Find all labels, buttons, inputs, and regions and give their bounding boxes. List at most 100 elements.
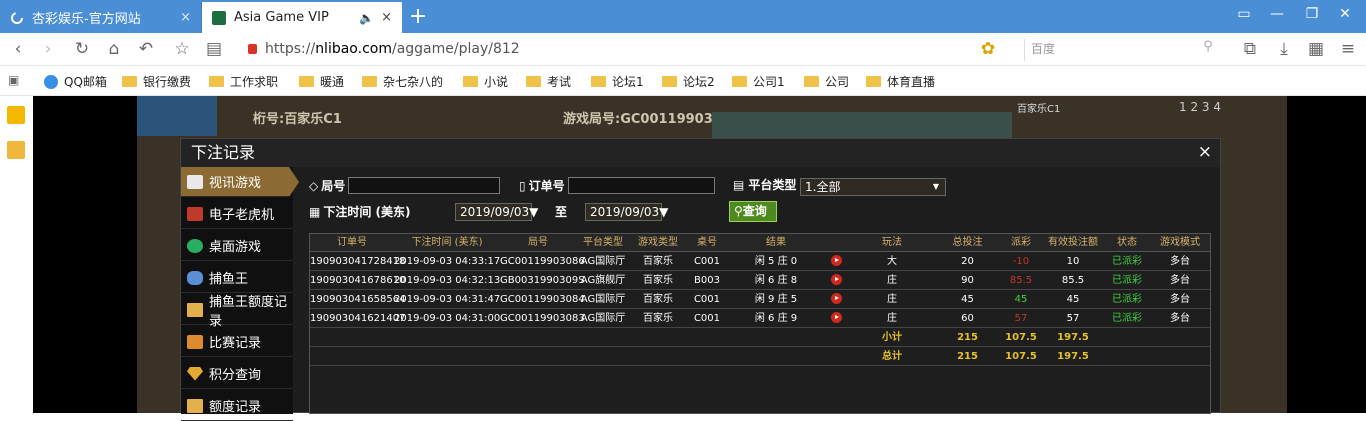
menu-item-table-games[interactable]: 桌面游戏 <box>181 231 293 261</box>
bookmark-folder[interactable]: 考试 <box>526 73 571 90</box>
column-header: 游戏模式 <box>1160 237 1200 248</box>
menu-label: 视讯游戏 <box>209 176 262 191</box>
time-label: 下注时间 (美东) <box>323 205 411 219</box>
date-to-select[interactable]: 2019/09/03▼ <box>585 203 668 221</box>
bookmark-label: 考试 <box>547 75 572 89</box>
menu-item-matches[interactable]: 比赛记录 <box>181 327 293 357</box>
menu-item-points[interactable]: 积分查询 <box>181 359 293 389</box>
menu-item-slots[interactable]: 电子老虎机 <box>181 199 293 229</box>
cell-status: 已派彩 <box>1112 275 1142 286</box>
notes-icon[interactable] <box>7 141 25 159</box>
cell-valid: 10 <box>1066 256 1080 267</box>
order-input[interactable] <box>567 177 715 194</box>
bookmark-folder[interactable]: 银行缴费 <box>122 73 191 90</box>
total-row: 总计 215 107.5 197.5 <box>310 347 1210 366</box>
cell-play: 庄 <box>887 275 897 286</box>
cell-result: 闲 5 庄 0 <box>754 256 798 267</box>
minimize-icon[interactable]: — <box>1262 6 1292 22</box>
menu-icon[interactable]: ≡ <box>1336 39 1360 59</box>
menu-label: 桌面游戏 <box>209 240 262 255</box>
back-icon[interactable]: ‹ <box>6 39 30 59</box>
menu-label: 电子老虎机 <box>209 208 275 223</box>
cell-valid: 45 <box>1066 294 1080 305</box>
cell-play: 大 <box>887 256 897 267</box>
bee-icon[interactable]: ✿ <box>976 39 1000 59</box>
apps-icon[interactable]: ▦ <box>1304 39 1328 59</box>
forward-icon[interactable]: › <box>36 39 60 59</box>
cell-order: 190903041621407 <box>310 313 406 324</box>
round-input[interactable] <box>348 177 501 194</box>
ag-logo <box>137 96 217 136</box>
cell-result: 闲 9 庄 5 <box>754 294 798 305</box>
url-input[interactable]: https://nlibao.com/aggame/play/812 <box>248 39 1008 61</box>
favorites-icon[interactable] <box>7 106 25 124</box>
folder-icon <box>526 76 541 87</box>
tab-1[interactable]: 杏彩娱乐-官方网站 × <box>0 2 202 33</box>
url-path: /aggame/play/812 <box>391 41 520 57</box>
table-header: 订单号 下注时间 (美东) 局号 平台类型 游戏类型 桌号 结果 玩法 总投注 … <box>310 234 1210 252</box>
star-icon[interactable]: ☆ <box>170 39 194 59</box>
menu-item-fishing-credit[interactable]: 捕鱼王额度记录 <box>181 295 293 329</box>
play-replay-icon[interactable] <box>824 309 849 328</box>
date-from-select[interactable]: 2019/09/03▼ <box>455 203 538 221</box>
menu-item-credit[interactable]: 额度记录 <box>181 391 293 421</box>
sidebar-icon[interactable]: ▣ <box>8 73 19 87</box>
search-icon[interactable]: ⚲ <box>1196 39 1220 54</box>
chevron-down-icon: ▼ <box>932 182 939 191</box>
menu-label: 比赛记录 <box>209 336 262 351</box>
menu-item-live-games[interactable]: 视讯游戏 <box>181 167 299 197</box>
filter-form: ◇ 局号 ▯ 订单号 ▤ 平台类型 1.全部 ▼ ▦ 下注时间 (美东) 2019/09/… <box>309 177 1209 227</box>
reload-icon[interactable]: ↻ <box>70 39 94 59</box>
bookmark-folder[interactable]: 论坛1 <box>591 73 644 90</box>
undo-icon[interactable]: ↶ <box>134 39 158 59</box>
cell-time: 2019-09-03 04:32:13 <box>394 275 501 286</box>
crop-icon[interactable]: ⧉ <box>1238 39 1262 59</box>
folder-icon <box>463 76 478 87</box>
tab-1-title: 杏彩娱乐-官方网站 <box>32 12 141 27</box>
close-icon[interactable]: × <box>180 10 191 25</box>
cell-order: 190903041658564 <box>310 294 406 305</box>
table-row: 190903041621407 2019-09-03 04:31:00 GC0011… <box>310 309 1210 328</box>
diamond-icon <box>187 366 203 381</box>
audio-icon[interactable]: 🔈 <box>359 11 374 25</box>
play-icon[interactable] <box>831 274 842 285</box>
bookmark-label: 论坛2 <box>683 75 715 89</box>
bookmark-label: 银行缴费 <box>143 75 192 89</box>
play-replay-icon[interactable] <box>824 252 849 271</box>
sidebar-toggle-icon[interactable]: ▭ <box>1229 6 1259 22</box>
reader-icon[interactable]: ▤ <box>202 39 226 59</box>
play-replay-icon[interactable] <box>824 290 849 309</box>
query-button[interactable]: ⚲查询 <box>729 201 777 222</box>
tab-2[interactable]: Asia Game VIP 🔈 × <box>202 2 402 33</box>
bookmark-label: 公司 <box>825 75 850 89</box>
play-replay-icon[interactable] <box>824 271 849 290</box>
bookmark-folder[interactable]: 杂七杂八的 <box>362 73 443 90</box>
cell-time: 2019-09-03 04:31:00 <box>394 313 501 324</box>
restore-icon[interactable]: ❐ <box>1297 6 1327 22</box>
bookmark-folder[interactable]: 公司1 <box>732 73 785 90</box>
document-icon <box>187 302 203 317</box>
bookmark-folder[interactable]: 公司 <box>804 73 849 90</box>
platform-select[interactable]: 1.全部 ▼ <box>800 178 946 196</box>
bookmark-folder[interactable]: 小说 <box>463 73 508 90</box>
home-icon[interactable]: ⌂ <box>102 39 126 59</box>
close-icon[interactable]: × <box>381 10 392 25</box>
download-icon[interactable]: ⤓ <box>1272 39 1296 59</box>
menu-label: 额度记录 <box>209 400 262 415</box>
bookmark-item[interactable]: QQ邮箱 <box>44 73 107 90</box>
bookmark-folder[interactable]: 论坛2 <box>662 73 715 90</box>
column-header: 玩法 <box>882 237 902 248</box>
new-tab-button[interactable]: + <box>404 4 432 29</box>
cell-bet: 90 <box>961 275 974 286</box>
search-input[interactable]: 百度 <box>1024 39 1220 61</box>
cell-round: GC00119903083 <box>500 313 585 324</box>
menu-item-fishing[interactable]: 捕鱼王 <box>181 263 293 293</box>
play-icon[interactable] <box>831 312 842 323</box>
close-icon[interactable]: × <box>1198 142 1212 162</box>
bookmark-folder[interactable]: 工作求职 <box>209 73 278 90</box>
bookmark-folder[interactable]: 暖通 <box>299 73 344 90</box>
play-icon[interactable] <box>831 293 842 304</box>
play-icon[interactable] <box>831 255 842 266</box>
bookmark-folder[interactable]: 体育直播 <box>866 73 935 90</box>
close-window-icon[interactable]: ✕ <box>1330 6 1360 22</box>
